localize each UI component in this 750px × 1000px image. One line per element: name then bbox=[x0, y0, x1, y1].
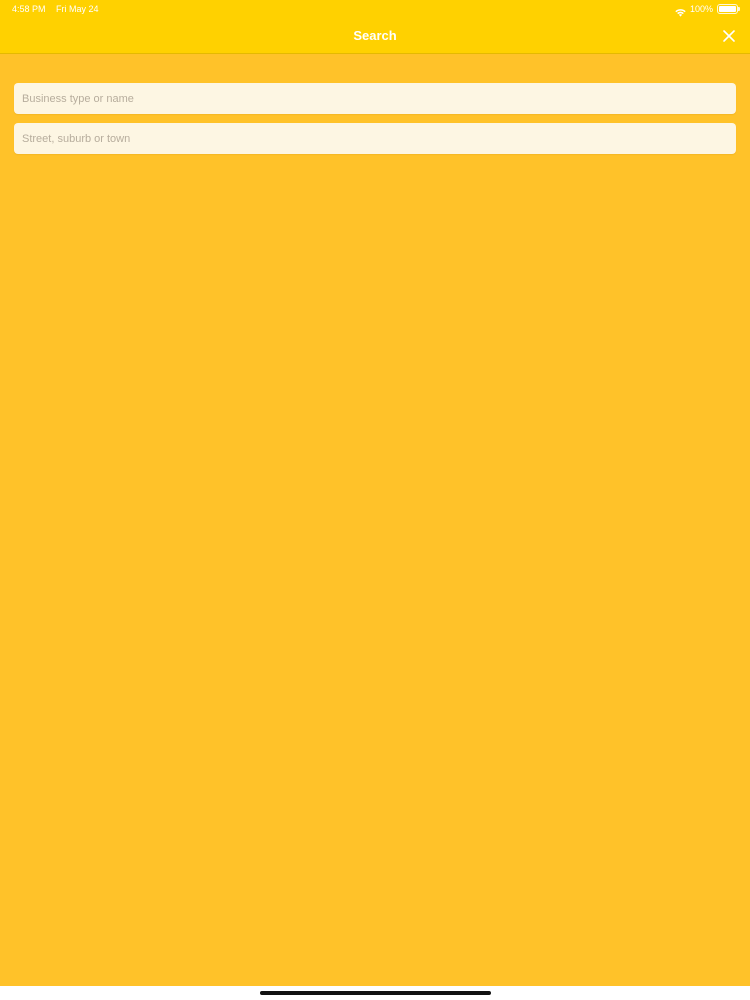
status-bar: 4:58 PM Fri May 24 100% bbox=[0, 0, 750, 18]
close-button[interactable] bbox=[720, 27, 738, 45]
battery-icon bbox=[717, 4, 740, 14]
home-indicator-area bbox=[0, 986, 750, 1000]
status-right: 100% bbox=[675, 0, 740, 18]
status-time: 4:58 PM bbox=[12, 4, 46, 14]
search-panel bbox=[0, 55, 750, 986]
nav-bar: Search bbox=[0, 18, 750, 54]
business-field bbox=[14, 83, 736, 114]
status-left: 4:58 PM Fri May 24 bbox=[12, 0, 99, 18]
home-indicator[interactable] bbox=[260, 991, 491, 995]
location-field bbox=[14, 123, 736, 154]
status-date: Fri May 24 bbox=[56, 4, 99, 14]
wifi-icon bbox=[675, 5, 686, 17]
close-icon bbox=[723, 30, 735, 42]
location-search-input[interactable] bbox=[14, 123, 736, 154]
business-search-input[interactable] bbox=[14, 83, 736, 114]
page-title: Search bbox=[353, 28, 397, 43]
battery-fill bbox=[719, 6, 736, 12]
battery-percent: 100% bbox=[689, 4, 713, 14]
